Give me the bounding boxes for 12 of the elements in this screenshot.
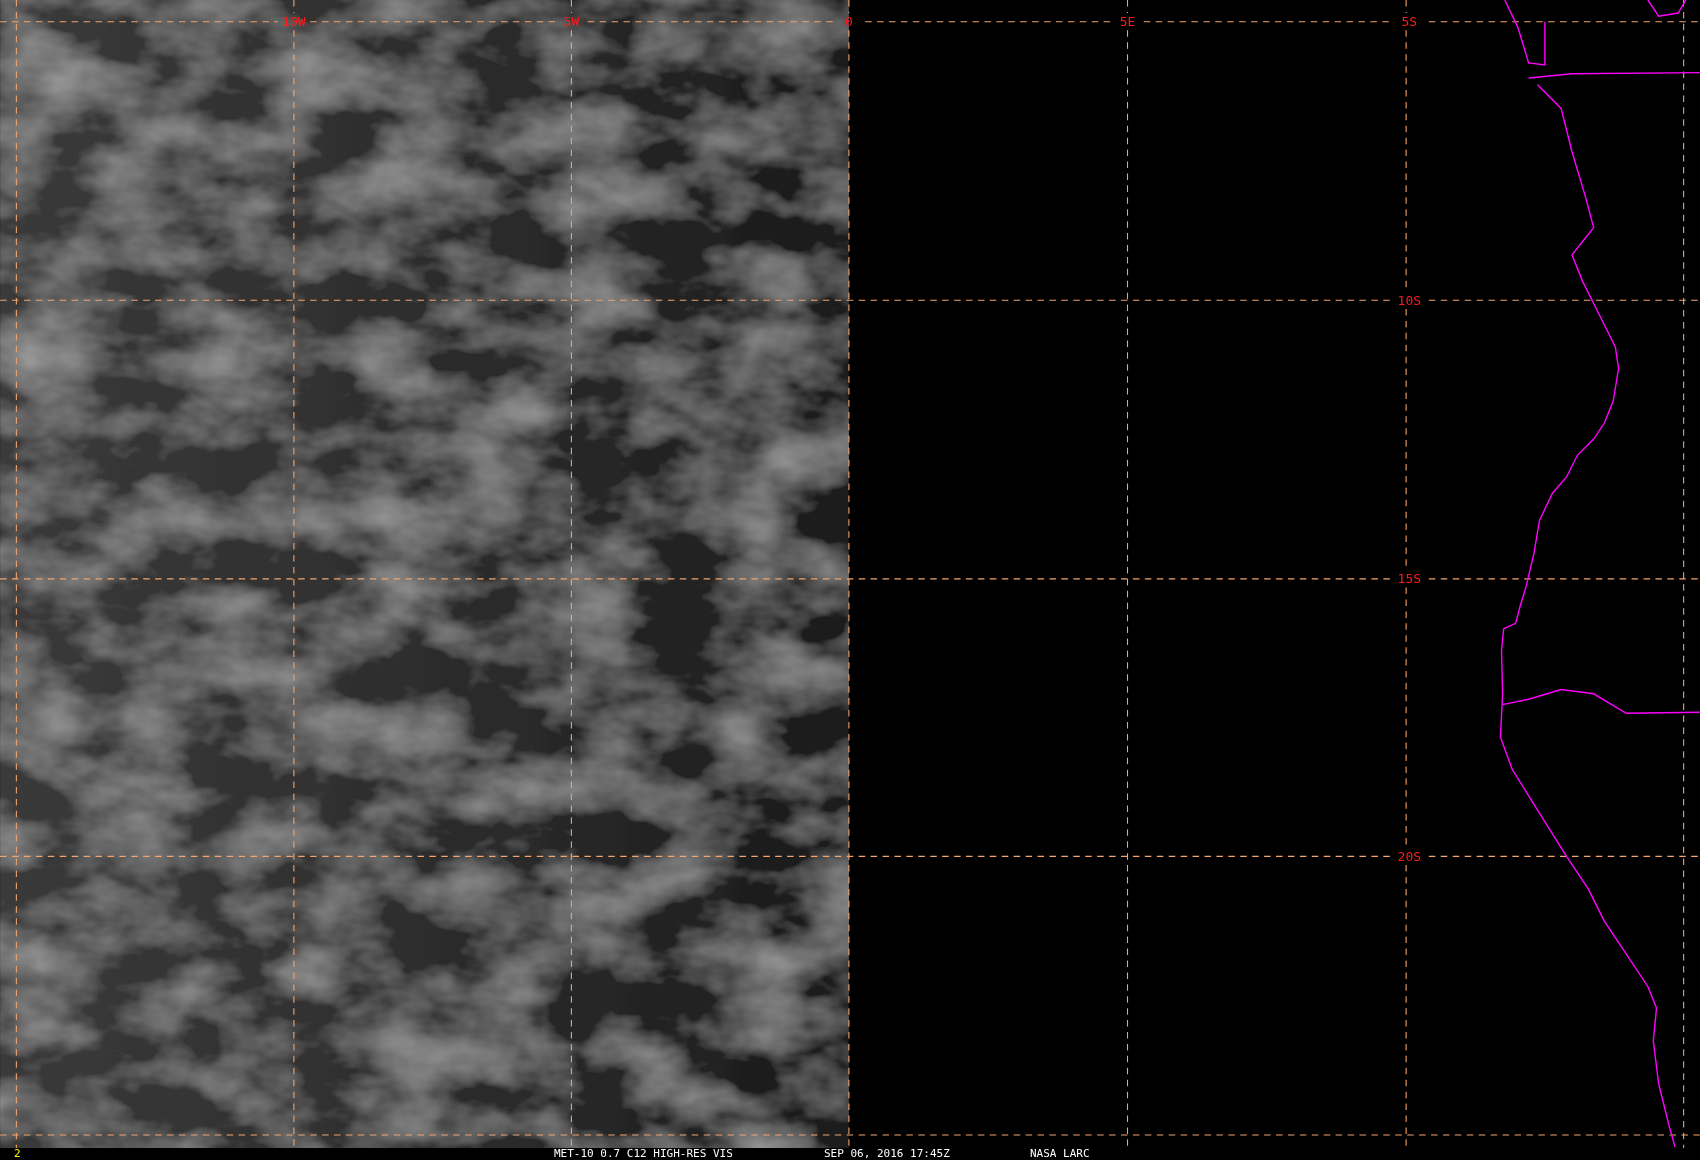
image-timestamp: SEP 06, 2016 17:45Z [824,1148,951,1160]
image-caption: MET-10 0.7 C12 HIGH-RES VIS [554,1148,734,1160]
latitude-label: 20S [1397,848,1422,864]
longitude-label: 10W [282,14,306,29]
latitude-label: 5S [1401,14,1418,29]
longitude-label: 5W [563,14,580,29]
latitude-label: 15S [1397,571,1422,587]
latitude-label: 10S [1397,292,1422,308]
frame-number: 2 [14,1148,22,1160]
longitude-label: 5E [1119,14,1136,29]
longitude-label: 0 [845,14,853,29]
image-source: NASA LARC [1030,1148,1090,1160]
